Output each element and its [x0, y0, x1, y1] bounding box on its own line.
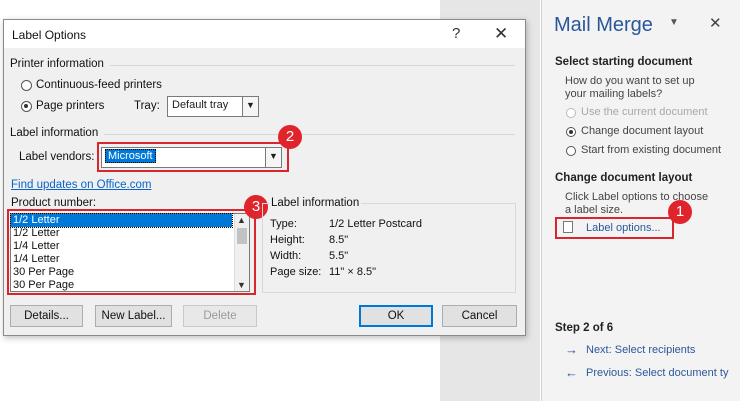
- pane-title: Mail Merge: [554, 14, 653, 36]
- pane-options-icon[interactable]: ▼: [669, 17, 679, 28]
- help-icon[interactable]: ?: [452, 25, 460, 42]
- info-height-key: Height:: [270, 234, 305, 246]
- select-doc-question-1: How do you want to set up: [565, 75, 695, 87]
- cancel-button[interactable]: Cancel: [442, 305, 517, 327]
- option-use-current: Use the current document: [581, 106, 708, 118]
- pane-close-icon[interactable]: ✕: [709, 14, 722, 32]
- info-pagesize-value: 11" × 8.5": [329, 266, 377, 278]
- label-info-title: Label information: [269, 197, 362, 209]
- select-doc-heading: Select starting document: [555, 56, 693, 68]
- delete-button: Delete: [183, 305, 257, 327]
- label-info-box: [262, 203, 516, 293]
- label-section-label: Label information: [10, 127, 99, 139]
- change-layout-heading: Change document layout: [555, 172, 693, 184]
- printer-section-label: Printer information: [10, 58, 104, 70]
- info-type-key: Type:: [270, 218, 297, 230]
- callout-box-1: [555, 217, 674, 239]
- chevron-down-icon[interactable]: ▼: [242, 97, 258, 116]
- select-doc-question-2: your mailing labels?: [565, 88, 663, 100]
- continuous-feed-label[interactable]: Continuous-feed printers: [36, 79, 162, 91]
- callout-box-2: [97, 142, 289, 172]
- radio-change-layout[interactable]: [566, 127, 576, 137]
- radio-continuous-feed[interactable]: [21, 80, 32, 91]
- info-pagesize-key: Page size:: [270, 266, 322, 278]
- tray-select[interactable]: Default tray ▼: [167, 96, 259, 117]
- callout-badge-1: 1: [668, 200, 692, 224]
- info-height-value: 8.5": [329, 234, 349, 246]
- close-icon[interactable]: ✕: [494, 24, 508, 44]
- previous-step-link[interactable]: Previous: Select document ty: [586, 367, 728, 379]
- info-width-value: 5.5": [329, 250, 349, 262]
- tray-value: Default tray: [172, 99, 229, 111]
- option-change-layout[interactable]: Change document layout: [581, 125, 703, 138]
- radio-use-current: [566, 108, 576, 118]
- next-arrow-icon: →: [565, 342, 578, 357]
- new-label-button[interactable]: New Label...: [95, 305, 172, 327]
- change-layout-text-2: a label size.: [565, 204, 624, 216]
- back-arrow-icon: ←: [565, 365, 578, 380]
- label-separator: [104, 134, 515, 135]
- product-number-label: Product number:: [11, 197, 97, 209]
- radio-page-printers[interactable]: [21, 101, 32, 112]
- details-button[interactable]: Details...: [10, 305, 83, 327]
- radio-start-existing[interactable]: [566, 146, 576, 156]
- printer-separator: [110, 65, 515, 66]
- vendor-label: Label vendors:: [19, 151, 95, 163]
- ok-button[interactable]: OK: [359, 305, 433, 327]
- option-start-existing[interactable]: Start from existing document: [581, 144, 721, 157]
- next-step-link[interactable]: Next: Select recipients: [586, 344, 695, 356]
- dialog-title: Label Options: [12, 28, 87, 42]
- tray-label: Tray:: [134, 100, 160, 112]
- callout-box-3: [7, 209, 256, 295]
- page-printers-label[interactable]: Page printers: [36, 100, 104, 112]
- step-indicator: Step 2 of 6: [555, 322, 614, 334]
- callout-badge-2: 2: [278, 125, 302, 149]
- info-width-key: Width:: [270, 250, 302, 262]
- find-updates-link[interactable]: Find updates on Office.com: [11, 179, 151, 191]
- info-type-value: 1/2 Letter Postcard: [329, 218, 422, 230]
